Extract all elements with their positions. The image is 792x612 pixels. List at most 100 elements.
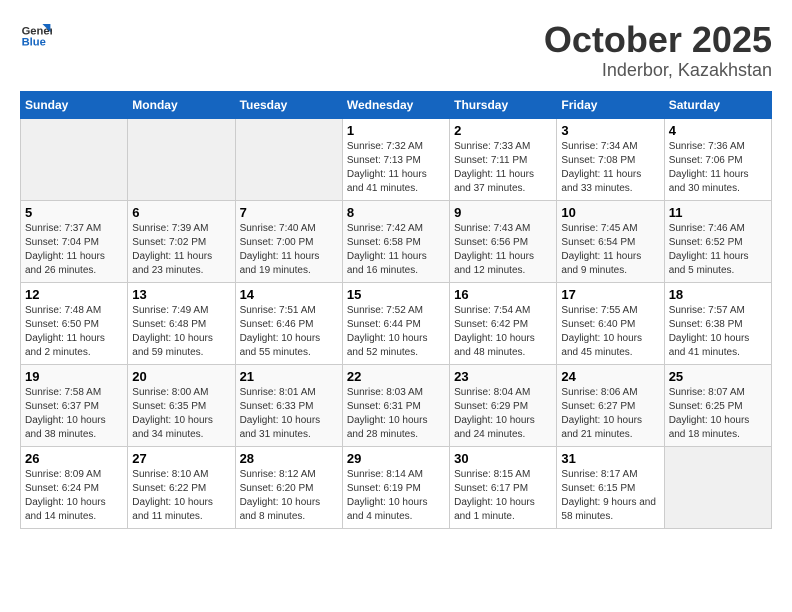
calendar-cell: 19Sunrise: 7:58 AMSunset: 6:37 PMDayligh… — [21, 364, 128, 446]
logo-icon: General Blue — [20, 20, 52, 52]
day-info: Sunrise: 7:37 AMSunset: 7:04 PMDaylight:… — [25, 222, 123, 278]
calendar-cell — [128, 118, 235, 200]
day-info: Sunrise: 7:49 AMSunset: 6:48 PMDaylight:… — [132, 304, 230, 360]
day-info: Sunrise: 7:57 AMSunset: 6:38 PMDaylight:… — [669, 304, 767, 360]
day-number: 26 — [25, 451, 123, 466]
calendar-cell: 8Sunrise: 7:42 AMSunset: 6:58 PMDaylight… — [342, 200, 449, 282]
calendar-cell: 25 Sunrise: 8:07 AMSunset: 6:25 PMDayligh… — [664, 364, 771, 446]
calendar-cell: 30 Sunrise: 8:15 AMSunset: 6:17 PMDayligh… — [450, 446, 557, 528]
calendar-cell: 12 Sunrise: 7:48 AMSunset: 6:50 PMDayligh… — [21, 282, 128, 364]
day-info: Sunrise: 8:01 AMSunset: 6:33 PMDaylight:… — [240, 386, 338, 442]
weekday-header: Monday — [128, 91, 235, 118]
day-info: Sunrise: 7:40 AMSunset: 7:00 PMDaylight:… — [240, 222, 338, 278]
day-info: Sunrise: 7:34 AMSunset: 7:08 PMDaylight:… — [561, 140, 659, 196]
day-number: 24 — [561, 369, 659, 384]
day-number: 13 — [132, 287, 230, 302]
weekday-header: Tuesday — [235, 91, 342, 118]
day-info: Sunrise: 7:46 AMSunset: 6:52 PMDaylight:… — [669, 222, 767, 278]
calendar-cell: 7 Sunrise: 7:40 AMSunset: 7:00 PMDaylight… — [235, 200, 342, 282]
calendar-header: SundayMondayTuesdayWednesdayThursdayFrid… — [21, 91, 772, 118]
day-number: 28 — [240, 451, 338, 466]
day-number: 19 — [25, 369, 123, 384]
calendar-cell: 4 Sunrise: 7:36 AMSunset: 7:06 PMDaylight… — [664, 118, 771, 200]
day-info: Sunrise: 8:04 AMSunset: 6:29 PMDaylight:… — [454, 386, 552, 442]
calendar-cell: 2 Sunrise: 7:33 AMSunset: 7:11 PMDaylight… — [450, 118, 557, 200]
calendar-cell: 22Sunrise: 8:03 AMSunset: 6:31 PMDayligh… — [342, 364, 449, 446]
day-number: 29 — [347, 451, 445, 466]
title-area: October 2025 Inderbor, Kazakhstan — [544, 20, 772, 81]
day-info: Sunrise: 7:54 AMSunset: 6:42 PMDaylight:… — [454, 304, 552, 360]
day-number: 4 — [669, 123, 767, 138]
day-number: 14 — [240, 287, 338, 302]
day-info: Sunrise: 8:17 AMSunset: 6:15 PMDaylight:… — [561, 468, 659, 524]
day-number: 16 — [454, 287, 552, 302]
calendar-cell: 17 Sunrise: 7:55 AMSunset: 6:40 PMDayligh… — [557, 282, 664, 364]
calendar-cell: 16 Sunrise: 7:54 AMSunset: 6:42 PMDayligh… — [450, 282, 557, 364]
day-number: 20 — [132, 369, 230, 384]
day-number: 5 — [25, 205, 123, 220]
location-title: Inderbor, Kazakhstan — [544, 60, 772, 81]
weekday-header: Thursday — [450, 91, 557, 118]
calendar-body: 1Sunrise: 7:32 AMSunset: 7:13 PMDaylight… — [21, 118, 772, 528]
day-info: Sunrise: 7:51 AMSunset: 6:46 PMDaylight:… — [240, 304, 338, 360]
day-info: Sunrise: 7:55 AMSunset: 6:40 PMDaylight:… — [561, 304, 659, 360]
calendar-cell: 11Sunrise: 7:46 AMSunset: 6:52 PMDayligh… — [664, 200, 771, 282]
page-header: General Blue October 2025 Inderbor, Kaza… — [20, 20, 772, 81]
calendar-cell: 13 Sunrise: 7:49 AMSunset: 6:48 PMDayligh… — [128, 282, 235, 364]
weekday-header: Wednesday — [342, 91, 449, 118]
day-info: Sunrise: 7:43 AMSunset: 6:56 PMDaylight:… — [454, 222, 552, 278]
calendar-cell — [21, 118, 128, 200]
day-info: Sunrise: 7:42 AMSunset: 6:58 PMDaylight:… — [347, 222, 445, 278]
day-info: Sunrise: 7:39 AMSunset: 7:02 PMDaylight:… — [132, 222, 230, 278]
calendar-week-row: 19Sunrise: 7:58 AMSunset: 6:37 PMDayligh… — [21, 364, 772, 446]
day-info: Sunrise: 7:48 AMSunset: 6:50 PMDaylight:… — [25, 304, 123, 360]
day-info: Sunrise: 8:15 AMSunset: 6:17 PMDaylight:… — [454, 468, 552, 524]
calendar-cell: 3 Sunrise: 7:34 AMSunset: 7:08 PMDaylight… — [557, 118, 664, 200]
day-info: Sunrise: 8:06 AMSunset: 6:27 PMDaylight:… — [561, 386, 659, 442]
weekday-header: Sunday — [21, 91, 128, 118]
day-info: Sunrise: 8:07 AMSunset: 6:25 PMDaylight:… — [669, 386, 767, 442]
day-number: 17 — [561, 287, 659, 302]
calendar-week-row: 5 Sunrise: 7:37 AMSunset: 7:04 PMDaylight… — [21, 200, 772, 282]
day-number: 31 — [561, 451, 659, 466]
calendar-cell: 26 Sunrise: 8:09 AMSunset: 6:24 PMDayligh… — [21, 446, 128, 528]
day-number: 18 — [669, 287, 767, 302]
day-number: 25 — [669, 369, 767, 384]
day-number: 10 — [561, 205, 659, 220]
day-info: Sunrise: 7:52 AMSunset: 6:44 PMDaylight:… — [347, 304, 445, 360]
calendar-cell: 21 Sunrise: 8:01 AMSunset: 6:33 PMDayligh… — [235, 364, 342, 446]
calendar-cell: 14 Sunrise: 7:51 AMSunset: 6:46 PMDayligh… — [235, 282, 342, 364]
svg-text:Blue: Blue — [22, 37, 46, 49]
weekday-header: Saturday — [664, 91, 771, 118]
day-info: Sunrise: 8:03 AMSunset: 6:31 PMDaylight:… — [347, 386, 445, 442]
calendar-cell: 23Sunrise: 8:04 AMSunset: 6:29 PMDayligh… — [450, 364, 557, 446]
day-number: 27 — [132, 451, 230, 466]
calendar-cell: 18 Sunrise: 7:57 AMSunset: 6:38 PMDayligh… — [664, 282, 771, 364]
day-number: 12 — [25, 287, 123, 302]
day-info: Sunrise: 7:36 AMSunset: 7:06 PMDaylight:… — [669, 140, 767, 196]
calendar-cell: 10Sunrise: 7:45 AMSunset: 6:54 PMDayligh… — [557, 200, 664, 282]
calendar-cell: 24 Sunrise: 8:06 AMSunset: 6:27 PMDayligh… — [557, 364, 664, 446]
day-info: Sunrise: 8:14 AMSunset: 6:19 PMDaylight:… — [347, 468, 445, 524]
day-number: 2 — [454, 123, 552, 138]
calendar-week-row: 12 Sunrise: 7:48 AMSunset: 6:50 PMDayligh… — [21, 282, 772, 364]
calendar-cell — [664, 446, 771, 528]
calendar-cell: 9 Sunrise: 7:43 AMSunset: 6:56 PMDaylight… — [450, 200, 557, 282]
calendar-cell: 20 Sunrise: 8:00 AMSunset: 6:35 PMDayligh… — [128, 364, 235, 446]
day-number: 6 — [132, 205, 230, 220]
day-info: Sunrise: 8:10 AMSunset: 6:22 PMDaylight:… — [132, 468, 230, 524]
weekday-header: Friday — [557, 91, 664, 118]
day-number: 30 — [454, 451, 552, 466]
day-number: 9 — [454, 205, 552, 220]
day-number: 3 — [561, 123, 659, 138]
calendar-cell: 27 Sunrise: 8:10 AMSunset: 6:22 PMDayligh… — [128, 446, 235, 528]
calendar-cell: 28Sunrise: 8:12 AMSunset: 6:20 PMDayligh… — [235, 446, 342, 528]
day-info: Sunrise: 8:00 AMSunset: 6:35 PMDaylight:… — [132, 386, 230, 442]
day-info: Sunrise: 7:33 AMSunset: 7:11 PMDaylight:… — [454, 140, 552, 196]
day-info: Sunrise: 7:32 AMSunset: 7:13 PMDaylight:… — [347, 140, 445, 196]
day-number: 7 — [240, 205, 338, 220]
day-info: Sunrise: 8:09 AMSunset: 6:24 PMDaylight:… — [25, 468, 123, 524]
calendar-week-row: 1Sunrise: 7:32 AMSunset: 7:13 PMDaylight… — [21, 118, 772, 200]
calendar-cell — [235, 118, 342, 200]
day-number: 21 — [240, 369, 338, 384]
